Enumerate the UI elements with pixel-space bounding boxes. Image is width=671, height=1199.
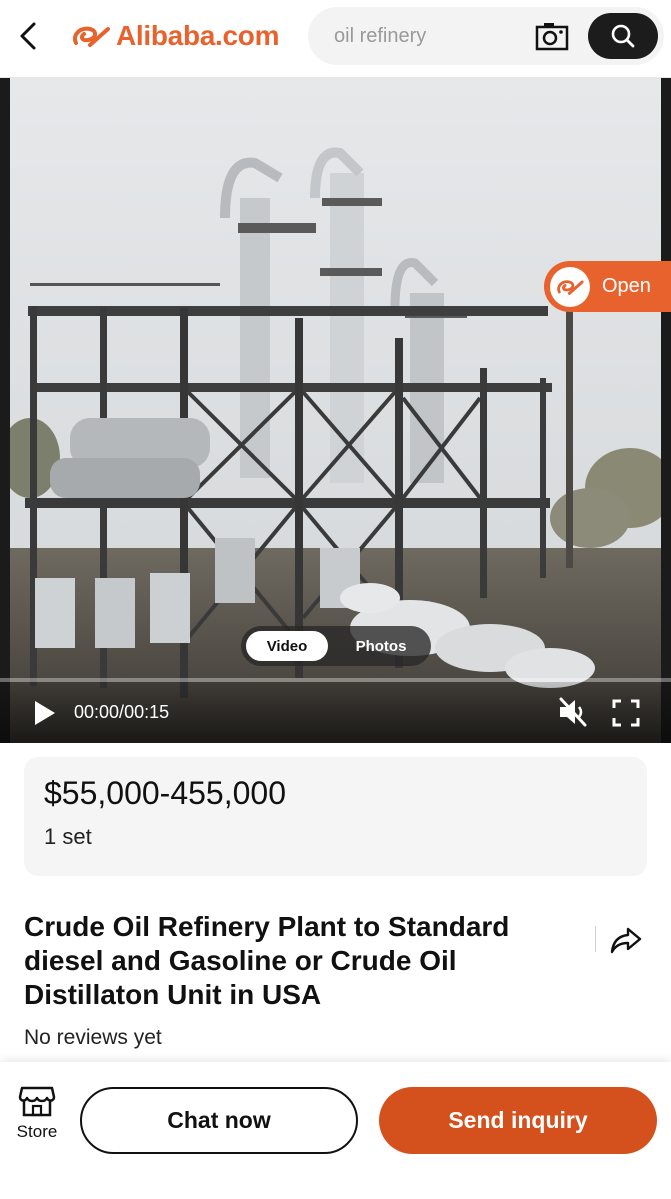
product-title: Crude Oil Refinery Plant to Standard die… [24,911,510,1010]
reviews-status: No reviews yet [24,1026,162,1049]
price-range: $55,000-455,000 [44,775,286,811]
store-button[interactable]: Store [8,1084,66,1154]
share-icon [610,927,642,954]
price-card: $55,000-455,000 1 set [24,757,647,876]
play-icon [35,701,55,725]
alibaba-mini-logo-icon [550,266,590,307]
fullscreen-button[interactable] [610,697,642,729]
minimum-order: 1 set [44,824,92,849]
send-inquiry-button[interactable]: Send inquiry [379,1087,657,1154]
alibaba-logo[interactable]: Alibaba.com [70,18,279,54]
tab-video[interactable]: Video [246,631,328,661]
top-header: Alibaba.com [0,0,671,78]
search-bar [308,7,664,65]
media-type-toggle: Video Photos [241,626,431,666]
share-divider [595,926,596,952]
tab-photos[interactable]: Photos [337,631,425,661]
play-button[interactable] [30,698,60,728]
bottom-action-bar: Store Chat now Send inquiry [0,1062,671,1199]
camera-icon [535,23,569,51]
image-search-button[interactable] [534,19,570,53]
product-media-viewer[interactable]: Open Video Photos 00:00/00:15 [0,78,671,743]
back-arrow-icon [20,22,36,50]
chat-now-button[interactable]: Chat now [80,1087,358,1154]
back-button[interactable] [8,14,48,58]
fullscreen-icon [612,699,640,727]
share-button[interactable] [606,920,646,960]
search-button[interactable] [588,13,658,59]
alibaba-logo-icon [73,26,110,47]
video-time: 00:00/00:15 [74,702,169,723]
open-label: Open [602,275,651,297]
speaker-muted-icon [559,697,587,727]
search-icon [611,24,635,48]
brand-name: Alibaba.com [116,20,280,51]
time-current: 00:00 [74,702,120,722]
store-icon [18,1086,56,1117]
mute-button[interactable] [555,695,591,729]
time-total: 00:15 [124,702,170,722]
open-in-app-badge[interactable]: Open [544,261,671,312]
video-progress-bar[interactable] [0,678,671,682]
search-input[interactable] [334,23,524,49]
store-label: Store [16,1122,58,1141]
